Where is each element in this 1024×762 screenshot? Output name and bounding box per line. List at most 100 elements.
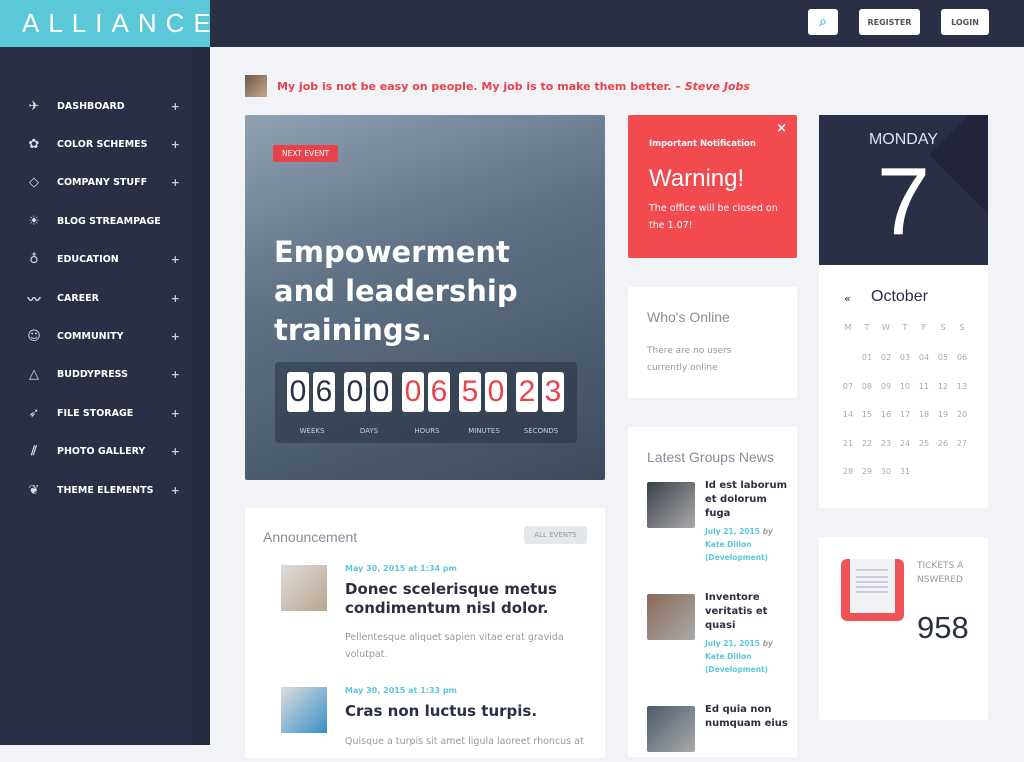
login-button[interactable]: LOGIN [941,9,989,35]
sidebar-scrollbar[interactable] [192,47,210,745]
calendar-day-cell[interactable]: 23 [876,439,896,448]
group-news-thumbnail[interactable] [647,482,695,528]
announcement-thumbnail[interactable] [281,687,327,733]
announcement-card: Announcement ALL EVENTS May 30, 2015 at … [245,508,605,758]
expand-icon[interactable]: + [171,368,180,381]
expand-icon[interactable]: + [171,292,180,305]
group-news-date: July 21, 2015 [705,527,760,536]
sidebar-item-color-schemes[interactable]: ✿ COLOR SCHEMES + [24,134,184,154]
countdown-digit: 5 [459,372,481,412]
close-icon[interactable]: × [776,121,787,136]
expand-icon[interactable]: + [171,138,180,151]
sidebar-item-photo-gallery[interactable]: ⫽ PHOTO GALLERY + [24,442,184,462]
prev-month-button[interactable]: « [844,292,851,305]
group-news-author[interactable]: Kate Dillon (Development) [705,652,768,674]
calendar-day-cell[interactable]: 11 [914,382,934,391]
expand-icon[interactable]: + [171,253,180,266]
weekday-header: F [921,323,927,332]
tickets-value: 958 [917,610,969,645]
sidebar-item-education[interactable]: ♁ EDUCATION + [24,250,184,270]
sidebar-item-file-storage[interactable]: ➶ FILE STORAGE + [24,403,184,423]
expand-icon[interactable]: + [171,176,180,189]
sidebar-item-label: PHOTO GALLERY [57,446,146,458]
calendar-day-cell[interactable]: 27 [952,439,972,448]
sidebar-item-career[interactable]: 〰 CAREER + [24,288,184,308]
sidebar-item-label: COMPANY STUFF [57,177,148,189]
sidebar-item-buddypress[interactable]: △ BUDDYPRESS + [24,365,184,385]
all-events-button[interactable]: ALL EVENTS [524,526,587,544]
announcement-thumbnail[interactable] [281,565,327,611]
calendar-day-cell[interactable]: 29 [857,467,877,476]
quote-avatar [245,75,267,97]
countdown: 0 6 WEEKS 0 0 DAYS 0 6 HOURS 5 0 MINUTES 2 3 SECONDS [275,362,577,443]
sidebar-item-blog-streampage[interactable]: ☀ BLOG STREAMPAGE [24,211,184,231]
expand-icon[interactable]: + [171,445,180,458]
sidebar-item-label: DASHBOARD [57,100,125,112]
calendar-day-cell[interactable]: 09 [876,382,896,391]
search-icon: ⌕ [819,14,827,30]
calendar-day-cell[interactable]: 03 [895,353,915,362]
sidebar-item-theme-elements[interactable]: ❦ THEME ELEMENTS + [24,480,184,500]
weekday-header: S [940,323,946,332]
calendar-day-cell[interactable]: 12 [933,382,953,391]
calendar-day-cell[interactable]: 14 [838,410,858,419]
group-news-author[interactable]: Kate Dillon (Development) [705,540,768,562]
calendar-day-cell[interactable]: 13 [952,382,972,391]
calendar-day-cell[interactable]: 10 [895,382,915,391]
calendar-day-cell[interactable]: 17 [895,410,915,419]
feather-icon: ⫽ [31,444,37,460]
search-button[interactable]: ⌕ [808,9,838,35]
announcement-item-title[interactable]: Cras non luctus turpis. [345,702,585,721]
group-news-thumbnail[interactable] [647,706,695,752]
group-news-title[interactable]: Ed quia non numquam eius [705,703,790,731]
event-title: Empowerment and leadership trainings. [274,235,518,347]
sidebar-item-company-stuff[interactable]: ◇ COMPANY STUFF + [24,173,184,193]
calendar-day-cell[interactable]: 21 [838,439,858,448]
calendar-day-cell[interactable]: 24 [895,439,915,448]
calendar-day-cell[interactable]: 01 [857,353,877,362]
calendar-day-cell[interactable]: 02 [876,353,896,362]
calendar-day-cell[interactable]: 04 [914,353,934,362]
group-news-meta: July 21, 2015 by Kate Dillon (Development… [705,525,790,564]
calendar-day-cell[interactable]: 05 [933,353,953,362]
calendar-day-cell[interactable]: 26 [933,439,953,448]
calendar-day-cell[interactable]: 20 [952,410,972,419]
calendar-day-cell[interactable]: 15 [857,410,877,419]
by-label: by [762,639,773,648]
countdown-digit: 0 [370,372,392,412]
calendar-day-cell[interactable]: 16 [876,410,896,419]
calendar-day-cell[interactable]: 19 [933,410,953,419]
chat-icon: ☺ [27,328,41,344]
whos-online-title: Who's Online [647,309,730,325]
countdown-label: WEEKS [299,427,325,435]
sidebar-item-dashboard[interactable]: ✈ DASHBOARD + [24,96,184,116]
calendar-day-cell[interactable]: 25 [914,439,934,448]
countdown-label: SECONDS [523,427,559,435]
countdown-digit: 0 [287,372,309,412]
group-news-thumbnail[interactable] [647,594,695,640]
expand-icon[interactable]: + [171,100,180,113]
expand-icon[interactable]: + [171,407,180,420]
group-news-title[interactable]: Id est laborum et dolorum fuga [705,479,790,521]
quote: My job is not be easy on people. My job … [245,75,750,97]
calendar-day-cell[interactable]: 22 [857,439,877,448]
expand-icon[interactable]: + [171,484,180,497]
calendar-day-cell[interactable]: 06 [952,353,972,362]
calendar-day-cell[interactable]: 07 [838,382,858,391]
announcement-item-title[interactable]: Donec scelerisque metus condimentum nisl… [345,580,585,618]
quote-author: Steve Jobs [684,79,750,93]
register-button[interactable]: REGISTER [859,9,920,35]
calendar-day-cell[interactable]: 30 [876,467,896,476]
calendar-day-cell[interactable]: 18 [914,410,934,419]
calendar-date-header: MONDAY 7 [819,115,988,265]
next-event-badge[interactable]: NEXT EVENT [273,145,339,162]
countdown-label: DAYS [359,427,379,435]
sidebar-item-community[interactable]: ☺ COMMUNITY + [24,326,184,346]
calendar-day-cell[interactable]: 31 [895,467,915,476]
expand-icon[interactable]: + [171,330,180,343]
flower-icon: ✿ [28,136,40,152]
calendar-day-cell[interactable]: 08 [857,382,877,391]
logo[interactable]: ALLIANCE [0,0,211,47]
calendar-day-cell[interactable]: 28 [838,467,858,476]
group-news-title[interactable]: Inventore veritatis et quasi [705,591,790,633]
